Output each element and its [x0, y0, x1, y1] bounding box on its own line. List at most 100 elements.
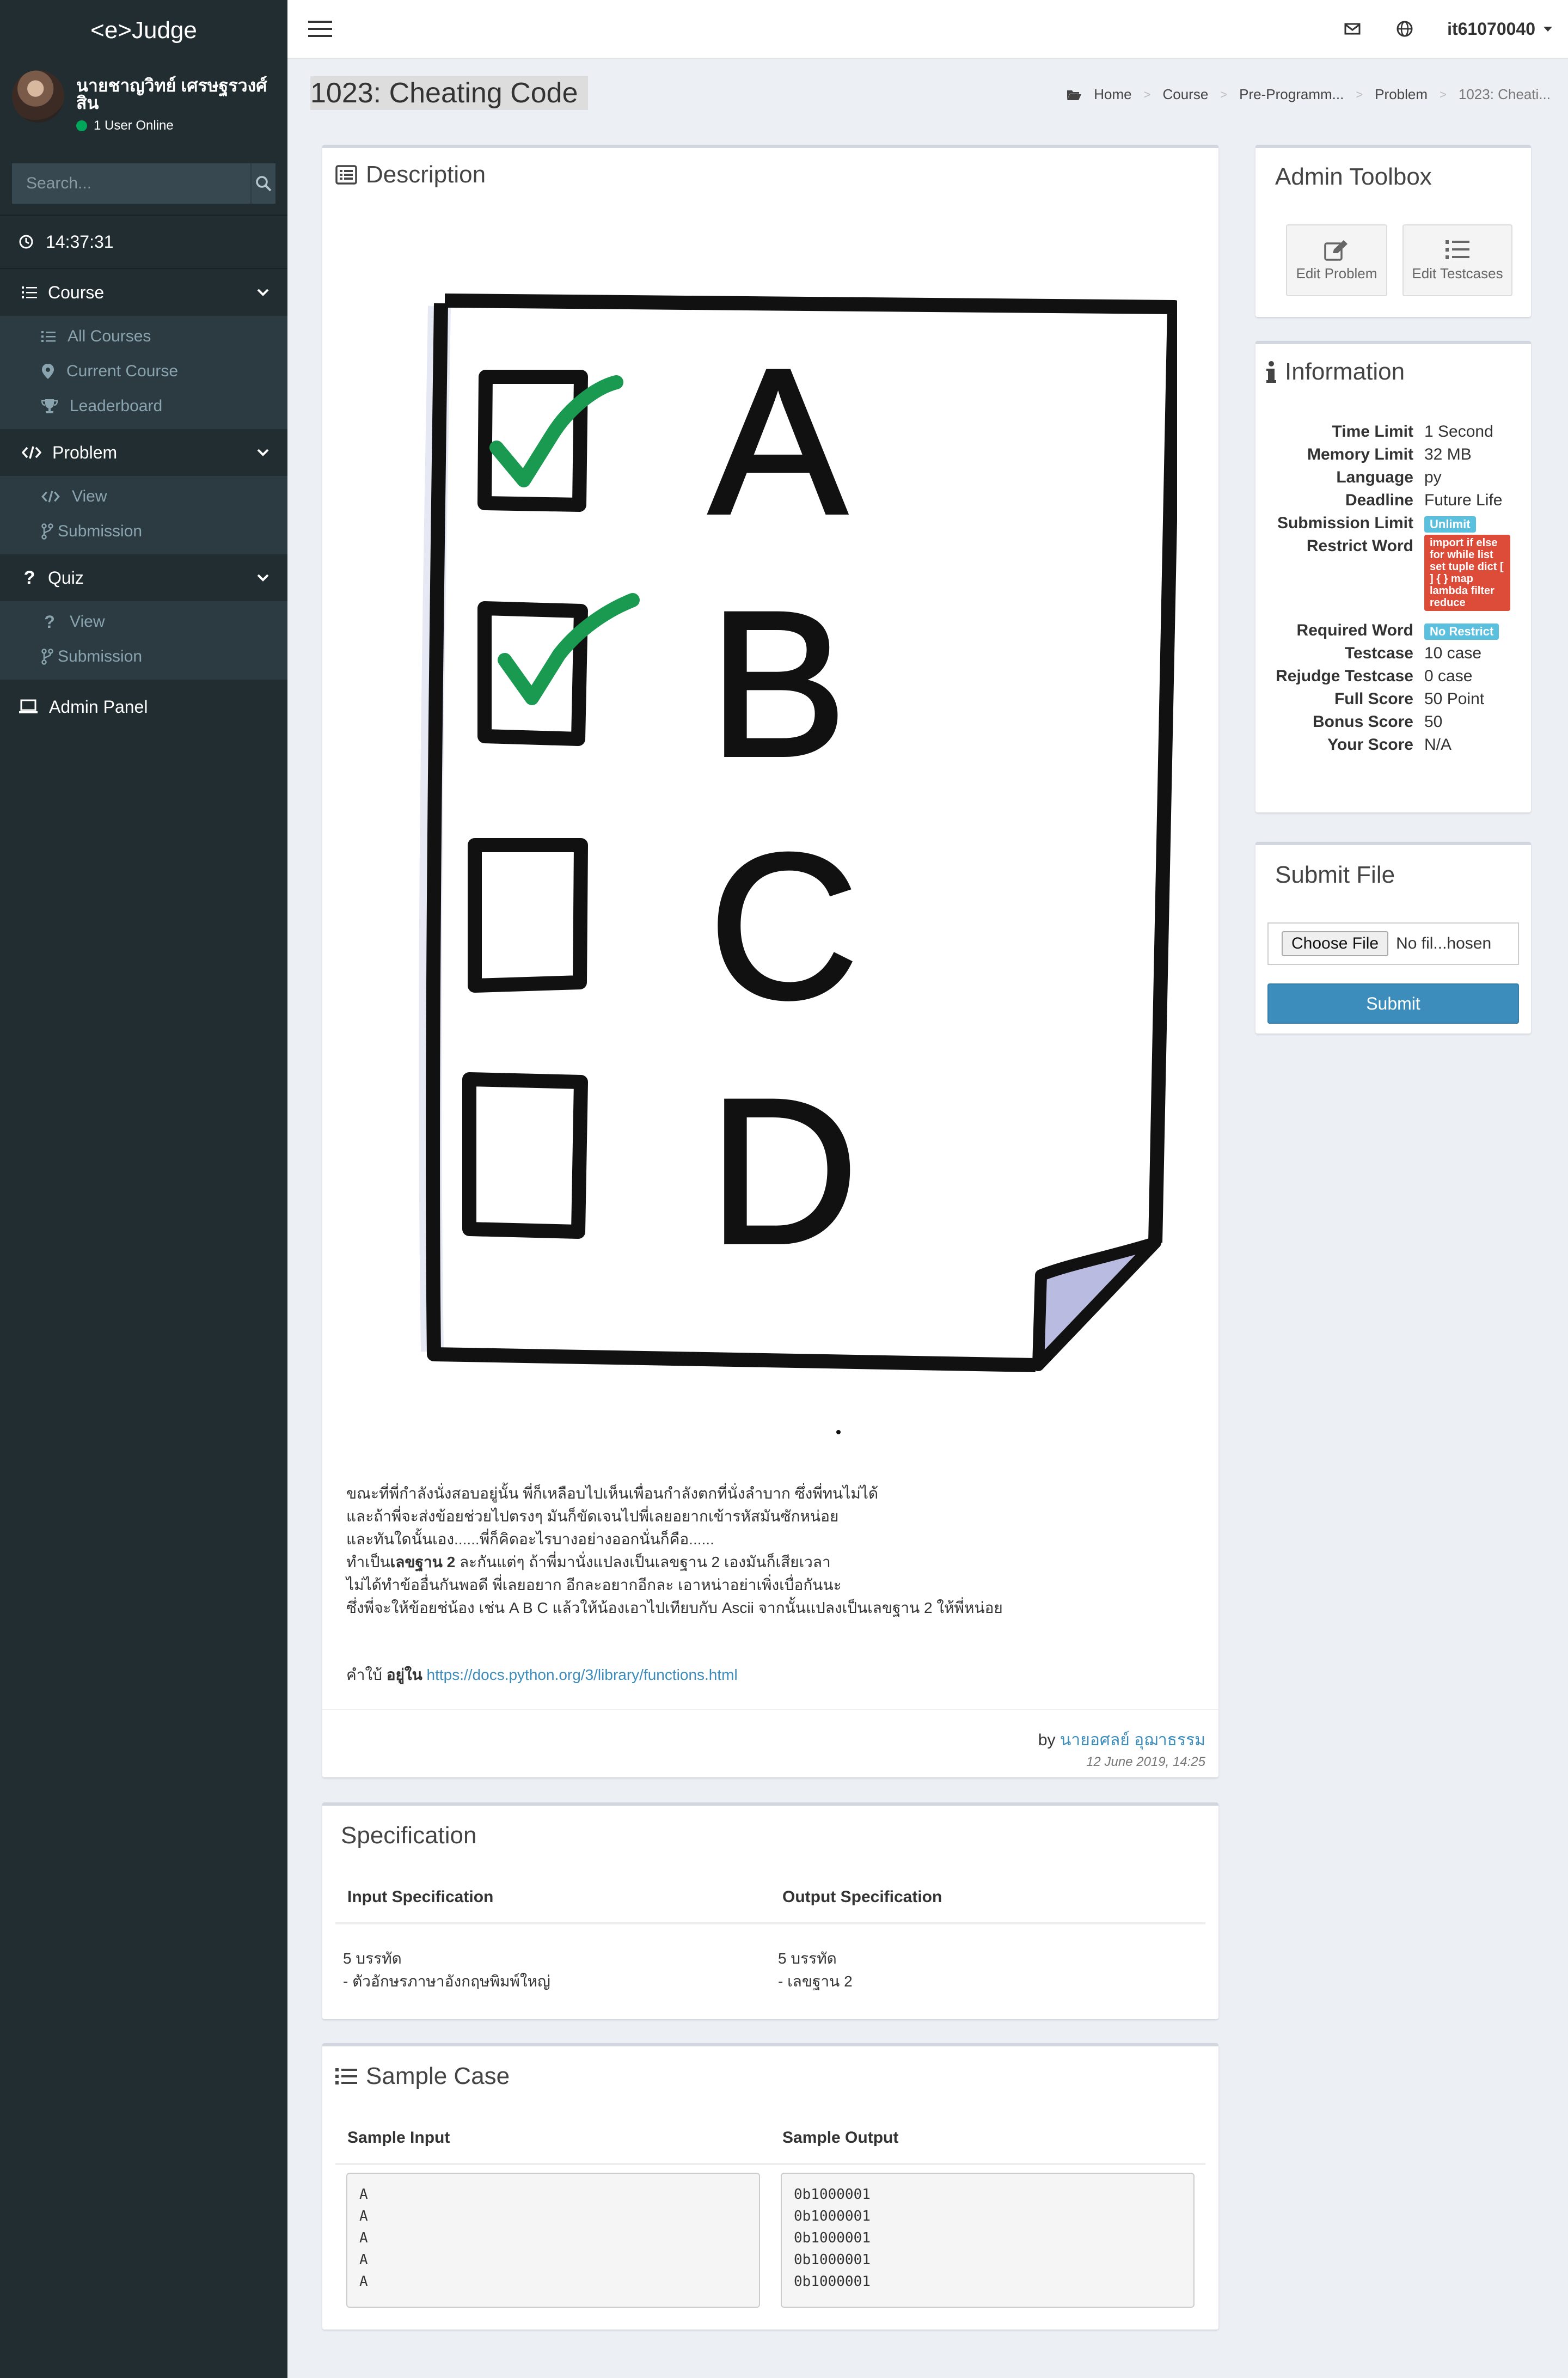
text-fragment: ทำเป็น: [346, 1554, 390, 1570]
admin-toolbox: Admin Toolbox Edit Problem Edit Testcase…: [1255, 145, 1531, 317]
sample-header-row: Sample Input Sample Output: [335, 2126, 1205, 2165]
info-value-wrap: import if else for while list set tuple …: [1424, 535, 1517, 613]
sidebar-item-label: Submission: [58, 522, 143, 540]
code-icon: [22, 446, 41, 459]
specification-title: Specification: [341, 1822, 477, 1849]
search-button[interactable]: [250, 163, 275, 204]
info-key: Submission Limit: [1277, 514, 1413, 532]
info-row-full-score: Full Score 50 Point: [1255, 688, 1531, 711]
hint-prefix: คำใบ้: [346, 1666, 387, 1683]
menu-quiz[interactable]: ? Quiz: [0, 554, 287, 601]
menu-problem-label: Problem: [52, 442, 118, 462]
breadcrumb: Home > Course > Pre-Programm... > Proble…: [1067, 86, 1551, 103]
messages-button[interactable]: [1326, 0, 1379, 58]
choose-file-button[interactable]: Choose File: [1282, 931, 1389, 956]
hint-bold: อยู่ใน: [386, 1666, 422, 1683]
sample-input-block[interactable]: A A A A A: [346, 2173, 760, 2308]
breadcrumb-home[interactable]: Home: [1094, 86, 1131, 103]
top-navbar: it61070040: [287, 0, 1568, 59]
list-icon: [335, 2068, 357, 2084]
info-row-language: Language py: [1255, 466, 1531, 489]
menu-quiz-label: Quiz: [48, 567, 84, 588]
sample-blocks: A A A A A 0b1000001 0b1000001 0b1000001 …: [346, 2173, 1195, 2308]
sidebar-item-quiz-view[interactable]: ? View: [0, 604, 287, 639]
information-header: Information: [1266, 358, 1405, 386]
edit-testcases-button[interactable]: Edit Testcases: [1402, 224, 1512, 296]
author-link[interactable]: นายอศลย์ อุฌาธรรม: [1060, 1731, 1205, 1749]
admin-panel-label: Admin Panel: [49, 696, 148, 717]
sample-output-header: Sample Output: [782, 2129, 899, 2147]
info-value: 0 case: [1424, 667, 1473, 685]
sidebar-item-quiz-submission[interactable]: Submission: [0, 639, 287, 674]
info-key: Rejudge Testcase: [1276, 667, 1413, 685]
menu-course[interactable]: Course: [0, 269, 287, 316]
user-panel: นายชาญวิทย์ เศรษฐรวงศ์สิน 1 User Online: [0, 60, 287, 146]
description-line: และถ้าพี่จะส่งข้อยช่วยไปตรงๆ มันก็ขัดเจน…: [346, 1508, 839, 1525]
breadcrumb-pre-programming[interactable]: Pre-Programm...: [1239, 86, 1344, 103]
required-word-badge: No Restrict: [1424, 623, 1499, 640]
breadcrumb-course[interactable]: Course: [1162, 86, 1208, 103]
code-fork-icon: [41, 523, 53, 540]
submit-button[interactable]: Submit: [1267, 983, 1519, 1024]
sidebar-item-problem-view[interactable]: View: [0, 479, 287, 514]
sidebar-item-admin-panel[interactable]: Admin Panel: [0, 680, 287, 734]
info-value-wrap: No Restrict: [1424, 619, 1517, 642]
laptop-icon: [19, 699, 38, 713]
file-input[interactable]: Choose File No fil...hosen: [1267, 922, 1519, 965]
description-text: ขณะที่พี่กำลังนั่งสอบอยู่นั้น พี่ก็เหลือ…: [346, 1482, 1196, 1619]
info-row-restrict-word: Restrict Word import if else for while li…: [1255, 535, 1531, 613]
info-value-wrap: Unlimit: [1424, 512, 1517, 535]
search-icon: [256, 176, 272, 192]
info-row-submission-limit: Submission Limit Unlimit: [1255, 512, 1531, 535]
info-key: Time Limit: [1332, 423, 1413, 441]
info-value: 10 case: [1424, 644, 1482, 662]
user-menu[interactable]: it61070040: [1431, 19, 1568, 39]
info-row-memory-limit: Memory Limit 32 MB: [1255, 443, 1531, 466]
course-submenu: All Courses Current Course Leaderboard: [0, 316, 287, 429]
description-footer-divider: [322, 1709, 1218, 1710]
edit-testcases-label: Edit Testcases: [1412, 265, 1503, 282]
sidebar-item-label: Leaderboard: [70, 397, 163, 415]
quiz-submenu: ? View Submission: [0, 601, 287, 680]
info-key: Memory Limit: [1307, 445, 1413, 463]
online-status: 1 User Online: [76, 118, 275, 133]
info-value: py: [1424, 468, 1442, 486]
sample-case-title: Sample Case: [366, 2063, 510, 2089]
chevron-down-icon: [257, 574, 269, 582]
sidebar-item-leaderboard[interactable]: Leaderboard: [0, 389, 287, 424]
edit-problem-label: Edit Problem: [1296, 265, 1377, 282]
language-button[interactable]: [1379, 0, 1431, 58]
breadcrumb-separator: >: [1220, 87, 1228, 101]
submission-limit-badge: Unlimit: [1424, 516, 1476, 533]
page-title: 1023: Cheating Code: [310, 76, 588, 110]
author-line: by นายอศลย์ อุฌาธรรม: [1038, 1727, 1205, 1753]
sidebar-item-current-course[interactable]: Current Course: [0, 354, 287, 389]
menu-problem[interactable]: Problem: [0, 429, 287, 476]
sample-output-block[interactable]: 0b1000001 0b1000001 0b1000001 0b1000001 …: [781, 2173, 1195, 2308]
specification-values-row: 5 บรรทัด - ตัวอักษรภาษาอังกฤษพิมพ์ใหญ่ 5…: [335, 1947, 1205, 1993]
sidebar-item-label: All Courses: [68, 327, 151, 345]
breadcrumb-current: 1023: Cheati...: [1458, 86, 1551, 102]
description-line: ทำเป็นเลขฐาน 2 ละกันแต่ๆ ถ้าพี่มานั่งแปล…: [346, 1551, 1196, 1574]
user-name: นายชาญวิทย์ เศรษฐรวงศ์สิน: [76, 76, 267, 113]
app-logo[interactable]: <e>Judge: [0, 0, 287, 60]
caret-down-icon: [1543, 27, 1552, 32]
list-ol-icon: [1445, 240, 1469, 259]
python-docs-link[interactable]: https://docs.python.org/3/library/functi…: [427, 1666, 738, 1683]
sidebar-toggle-button[interactable]: [287, 0, 353, 58]
breadcrumb-problem[interactable]: Problem: [1375, 86, 1428, 103]
sidebar-item-all-courses[interactable]: All Courses: [0, 319, 287, 354]
info-key: Language: [1336, 468, 1413, 486]
text-fragment: ละกันแต่ๆ ถ้าพี่มานั่งแปลงเป็นเลขฐาน 2 เ…: [455, 1554, 831, 1570]
description-title: Description: [366, 161, 486, 188]
sidebar-item-problem-submission[interactable]: Submission: [0, 514, 287, 549]
letter-a: A: [709, 326, 848, 557]
checklist-illustration: A B C D: [419, 294, 1177, 1434]
info-row-testcase: Testcase 10 case: [1255, 642, 1531, 665]
breadcrumb-separator: >: [1143, 87, 1151, 101]
search-input[interactable]: [12, 163, 250, 204]
description-header: Description: [335, 161, 486, 188]
by-label: by: [1038, 1731, 1056, 1749]
post-date: 12 June 2019, 14:25: [1086, 1755, 1205, 1769]
edit-problem-button[interactable]: Edit Problem: [1286, 224, 1387, 296]
